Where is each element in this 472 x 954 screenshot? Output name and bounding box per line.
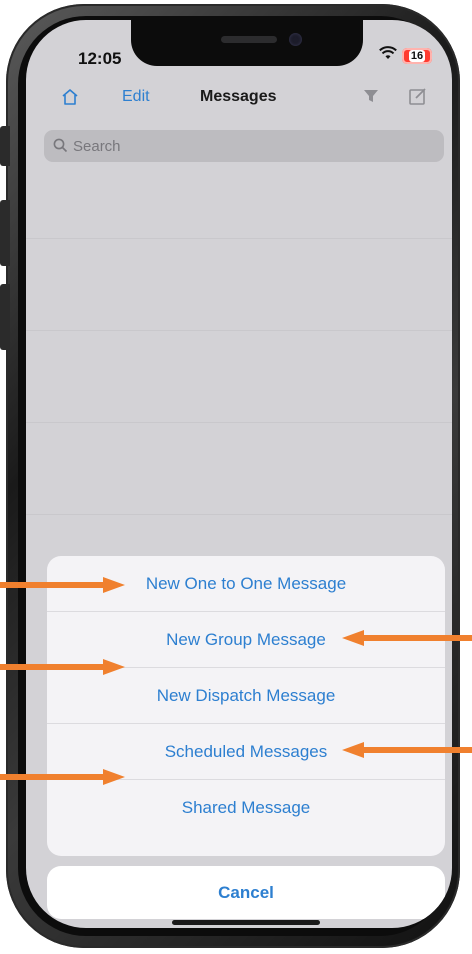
compose-icon[interactable] bbox=[408, 86, 428, 111]
page-title: Messages bbox=[200, 88, 277, 105]
list-separator bbox=[26, 238, 452, 239]
list-separator bbox=[26, 330, 452, 331]
status-indicators: 16 bbox=[379, 46, 432, 65]
arrow-icon bbox=[342, 630, 472, 646]
home-icon[interactable] bbox=[60, 87, 80, 112]
search-input[interactable]: Search bbox=[44, 130, 444, 162]
side-button-volume-up bbox=[0, 200, 10, 266]
screen: 12:05 16 Edit Messages Search New One to… bbox=[26, 20, 452, 928]
shared-message-button[interactable]: Shared Message bbox=[47, 780, 445, 836]
action-label: New One to One Message bbox=[145, 574, 347, 593]
notch bbox=[131, 20, 363, 66]
status-time: 12:05 bbox=[78, 49, 122, 68]
side-button-volume-down bbox=[0, 284, 10, 350]
battery-icon: 16 bbox=[402, 47, 432, 64]
action-label: Shared Message bbox=[181, 798, 311, 817]
navigation-bar: Edit Messages bbox=[26, 78, 452, 118]
cancel-label: Cancel bbox=[218, 882, 274, 902]
edit-button[interactable]: Edit bbox=[122, 88, 150, 106]
action-label: Scheduled Messages bbox=[164, 742, 328, 761]
battery-level: 16 bbox=[408, 49, 426, 62]
new-dispatch-message-button[interactable]: New Dispatch Message bbox=[47, 668, 445, 724]
search-icon bbox=[53, 138, 68, 158]
search-placeholder: Search bbox=[73, 138, 121, 155]
list-separator bbox=[26, 514, 452, 515]
arrow-icon bbox=[0, 769, 125, 785]
side-button-mute bbox=[0, 126, 10, 166]
action-label: New Group Message bbox=[166, 630, 326, 649]
list-separator bbox=[26, 422, 452, 423]
action-sheet: New One to One Message New Group Message… bbox=[47, 556, 445, 856]
cancel-button[interactable]: Cancel bbox=[47, 866, 445, 919]
home-indicator bbox=[172, 920, 320, 925]
arrow-icon bbox=[342, 742, 472, 758]
action-label: New Dispatch Message bbox=[156, 686, 336, 705]
arrow-icon bbox=[0, 577, 125, 593]
speaker-grille bbox=[221, 36, 277, 43]
wifi-icon bbox=[379, 46, 397, 65]
arrow-icon bbox=[0, 659, 125, 675]
filter-icon[interactable] bbox=[362, 87, 380, 110]
camera-icon bbox=[289, 33, 302, 46]
